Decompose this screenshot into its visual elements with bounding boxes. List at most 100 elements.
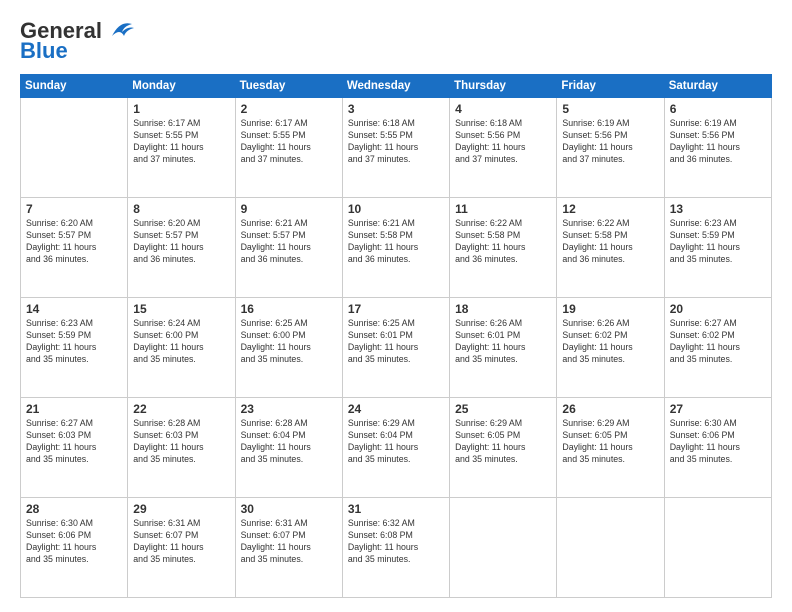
cell-info: Sunrise: 6:20 AM Sunset: 5:57 PM Dayligh… — [26, 218, 122, 266]
calendar-cell: 30 Sunrise: 6:31 AM Sunset: 6:07 PM Dayli… — [235, 498, 342, 598]
day-number: 28 — [26, 502, 122, 516]
calendar-cell: 22 Sunrise: 6:28 AM Sunset: 6:03 PM Dayli… — [128, 398, 235, 498]
logo-blue-text: Blue — [20, 38, 68, 64]
day-number: 11 — [455, 202, 551, 216]
cell-info: Sunrise: 6:28 AM Sunset: 6:04 PM Dayligh… — [241, 418, 337, 466]
logo: General Blue — [20, 18, 136, 64]
day-number: 22 — [133, 402, 229, 416]
day-number: 31 — [348, 502, 444, 516]
day-number: 20 — [670, 302, 766, 316]
cell-info: Sunrise: 6:22 AM Sunset: 5:58 PM Dayligh… — [562, 218, 658, 266]
day-header-tuesday: Tuesday — [235, 75, 342, 98]
cell-info: Sunrise: 6:21 AM Sunset: 5:57 PM Dayligh… — [241, 218, 337, 266]
day-number: 18 — [455, 302, 551, 316]
cell-info: Sunrise: 6:19 AM Sunset: 5:56 PM Dayligh… — [670, 118, 766, 166]
day-number: 4 — [455, 102, 551, 116]
day-number: 14 — [26, 302, 122, 316]
header: General Blue — [20, 18, 772, 64]
cell-info: Sunrise: 6:29 AM Sunset: 6:05 PM Dayligh… — [455, 418, 551, 466]
day-header-friday: Friday — [557, 75, 664, 98]
cell-info: Sunrise: 6:29 AM Sunset: 6:04 PM Dayligh… — [348, 418, 444, 466]
calendar-cell: 26 Sunrise: 6:29 AM Sunset: 6:05 PM Dayli… — [557, 398, 664, 498]
day-number: 10 — [348, 202, 444, 216]
cell-info: Sunrise: 6:23 AM Sunset: 5:59 PM Dayligh… — [26, 318, 122, 366]
day-header-sunday: Sunday — [21, 75, 128, 98]
week-row-4: 21 Sunrise: 6:27 AM Sunset: 6:03 PM Dayli… — [21, 398, 772, 498]
calendar-cell: 18 Sunrise: 6:26 AM Sunset: 6:01 PM Dayli… — [450, 298, 557, 398]
day-number: 15 — [133, 302, 229, 316]
cell-info: Sunrise: 6:21 AM Sunset: 5:58 PM Dayligh… — [348, 218, 444, 266]
calendar-cell: 5 Sunrise: 6:19 AM Sunset: 5:56 PM Daylig… — [557, 98, 664, 198]
day-header-monday: Monday — [128, 75, 235, 98]
day-number: 26 — [562, 402, 658, 416]
cell-info: Sunrise: 6:24 AM Sunset: 6:00 PM Dayligh… — [133, 318, 229, 366]
cell-info: Sunrise: 6:27 AM Sunset: 6:02 PM Dayligh… — [670, 318, 766, 366]
logo-bird-icon — [104, 18, 136, 40]
calendar-cell — [557, 498, 664, 598]
cell-info: Sunrise: 6:18 AM Sunset: 5:55 PM Dayligh… — [348, 118, 444, 166]
cell-info: Sunrise: 6:25 AM Sunset: 6:01 PM Dayligh… — [348, 318, 444, 366]
day-number: 23 — [241, 402, 337, 416]
calendar-cell: 11 Sunrise: 6:22 AM Sunset: 5:58 PM Dayli… — [450, 198, 557, 298]
calendar-cell: 14 Sunrise: 6:23 AM Sunset: 5:59 PM Dayli… — [21, 298, 128, 398]
day-number: 1 — [133, 102, 229, 116]
calendar-cell: 28Sunrise: 6:30 AM Sunset: 6:06 PM Dayli… — [21, 498, 128, 598]
calendar-cell: 17 Sunrise: 6:25 AM Sunset: 6:01 PM Dayli… — [342, 298, 449, 398]
day-number: 16 — [241, 302, 337, 316]
day-number: 30 — [241, 502, 337, 516]
cell-info: Sunrise: 6:29 AM Sunset: 6:05 PM Dayligh… — [562, 418, 658, 466]
calendar-cell: 10 Sunrise: 6:21 AM Sunset: 5:58 PM Dayli… — [342, 198, 449, 298]
cell-info: Sunrise: 6:27 AM Sunset: 6:03 PM Dayligh… — [26, 418, 122, 466]
calendar-cell: 12 Sunrise: 6:22 AM Sunset: 5:58 PM Dayli… — [557, 198, 664, 298]
week-row-3: 14 Sunrise: 6:23 AM Sunset: 5:59 PM Dayli… — [21, 298, 772, 398]
calendar-cell: 24 Sunrise: 6:29 AM Sunset: 6:04 PM Dayli… — [342, 398, 449, 498]
calendar-cell — [664, 498, 771, 598]
cell-info: Sunrise: 6:23 AM Sunset: 5:59 PM Dayligh… — [670, 218, 766, 266]
calendar-cell: 20 Sunrise: 6:27 AM Sunset: 6:02 PM Dayli… — [664, 298, 771, 398]
cell-info: Sunrise: 6:25 AM Sunset: 6:00 PM Dayligh… — [241, 318, 337, 366]
cell-info: Sunrise: 6:19 AM Sunset: 5:56 PM Dayligh… — [562, 118, 658, 166]
day-number: 17 — [348, 302, 444, 316]
calendar-cell — [450, 498, 557, 598]
page: General Blue SundayMondayTuesdayWednesda… — [0, 0, 792, 612]
cell-info: Sunrise: 6:28 AM Sunset: 6:03 PM Dayligh… — [133, 418, 229, 466]
day-number: 21 — [26, 402, 122, 416]
cell-info: Sunrise: 6:17 AM Sunset: 5:55 PM Dayligh… — [133, 118, 229, 166]
calendar-cell: 3 Sunrise: 6:18 AM Sunset: 5:55 PM Daylig… — [342, 98, 449, 198]
week-row-5: 28Sunrise: 6:30 AM Sunset: 6:06 PM Dayli… — [21, 498, 772, 598]
calendar-cell: 2 Sunrise: 6:17 AM Sunset: 5:55 PM Daylig… — [235, 98, 342, 198]
day-number: 5 — [562, 102, 658, 116]
day-number: 12 — [562, 202, 658, 216]
week-row-1: 1 Sunrise: 6:17 AM Sunset: 5:55 PM Daylig… — [21, 98, 772, 198]
week-row-2: 7Sunrise: 6:20 AM Sunset: 5:57 PM Daylig… — [21, 198, 772, 298]
calendar-cell: 6Sunrise: 6:19 AM Sunset: 5:56 PM Daylig… — [664, 98, 771, 198]
calendar-cell: 13Sunrise: 6:23 AM Sunset: 5:59 PM Dayli… — [664, 198, 771, 298]
calendar-cell: 16 Sunrise: 6:25 AM Sunset: 6:00 PM Dayli… — [235, 298, 342, 398]
cell-info: Sunrise: 6:17 AM Sunset: 5:55 PM Dayligh… — [241, 118, 337, 166]
calendar-cell: 31 Sunrise: 6:32 AM Sunset: 6:08 PM Dayli… — [342, 498, 449, 598]
cell-info: Sunrise: 6:31 AM Sunset: 6:07 PM Dayligh… — [133, 518, 229, 566]
cell-info: Sunrise: 6:20 AM Sunset: 5:57 PM Dayligh… — [133, 218, 229, 266]
day-header-saturday: Saturday — [664, 75, 771, 98]
cell-info: Sunrise: 6:22 AM Sunset: 5:58 PM Dayligh… — [455, 218, 551, 266]
day-number: 29 — [133, 502, 229, 516]
day-number: 27 — [670, 402, 766, 416]
cell-info: Sunrise: 6:26 AM Sunset: 6:02 PM Dayligh… — [562, 318, 658, 366]
day-number: 9 — [241, 202, 337, 216]
cell-info: Sunrise: 6:32 AM Sunset: 6:08 PM Dayligh… — [348, 518, 444, 566]
cell-info: Sunrise: 6:26 AM Sunset: 6:01 PM Dayligh… — [455, 318, 551, 366]
day-number: 24 — [348, 402, 444, 416]
calendar-cell: 15 Sunrise: 6:24 AM Sunset: 6:00 PM Dayli… — [128, 298, 235, 398]
calendar-table: SundayMondayTuesdayWednesdayThursdayFrid… — [20, 74, 772, 598]
day-header-wednesday: Wednesday — [342, 75, 449, 98]
day-number: 2 — [241, 102, 337, 116]
cell-info: Sunrise: 6:31 AM Sunset: 6:07 PM Dayligh… — [241, 518, 337, 566]
calendar-cell: 23 Sunrise: 6:28 AM Sunset: 6:04 PM Dayli… — [235, 398, 342, 498]
calendar-cell: 4Sunrise: 6:18 AM Sunset: 5:56 PM Daylig… — [450, 98, 557, 198]
calendar-cell: 19Sunrise: 6:26 AM Sunset: 6:02 PM Dayli… — [557, 298, 664, 398]
header-row: SundayMondayTuesdayWednesdayThursdayFrid… — [21, 75, 772, 98]
day-number: 3 — [348, 102, 444, 116]
day-number: 8 — [133, 202, 229, 216]
calendar-cell: 1 Sunrise: 6:17 AM Sunset: 5:55 PM Daylig… — [128, 98, 235, 198]
calendar-cell: 25Sunrise: 6:29 AM Sunset: 6:05 PM Dayli… — [450, 398, 557, 498]
